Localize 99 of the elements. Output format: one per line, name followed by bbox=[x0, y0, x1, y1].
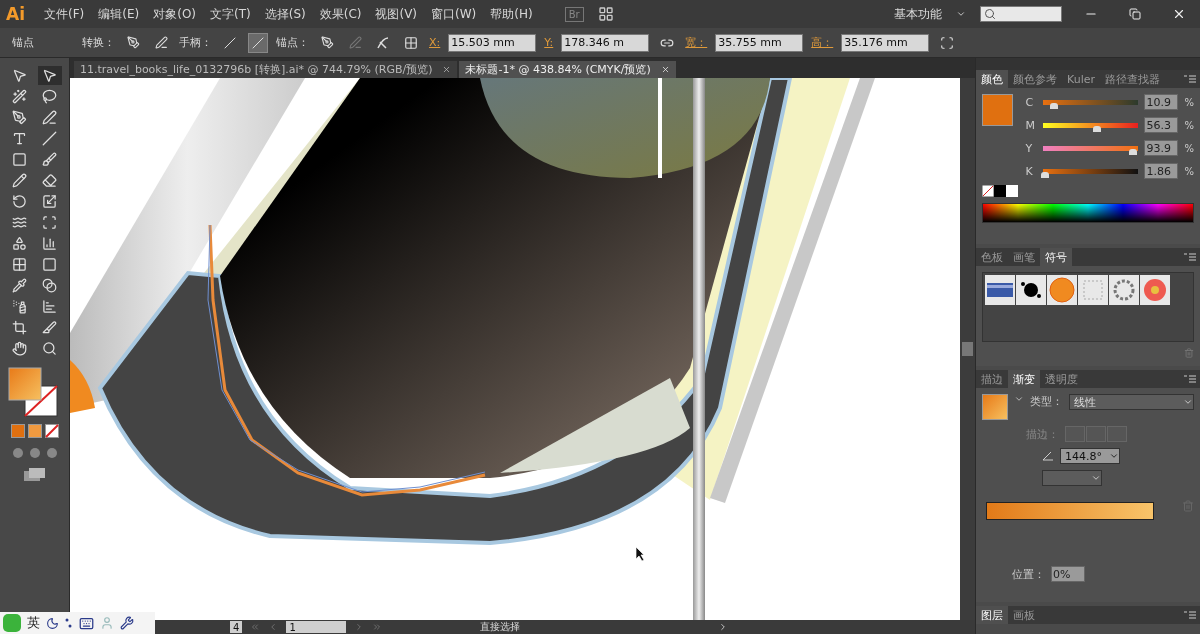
color-spectrum[interactable] bbox=[982, 203, 1194, 223]
location-label: 位置： bbox=[1012, 566, 1045, 582]
panel-tab[interactable]: Kuler bbox=[1062, 70, 1100, 88]
field-label: X: bbox=[429, 36, 441, 49]
punctuation-icon[interactable] bbox=[65, 617, 73, 629]
gradient-mode-swatch[interactable] bbox=[27, 424, 42, 438]
default-swatches[interactable] bbox=[982, 185, 1018, 197]
caret-icon bbox=[1109, 451, 1119, 461]
unit-label: % bbox=[1184, 119, 1194, 131]
slider-thumb[interactable] bbox=[1041, 171, 1050, 178]
zoom-field[interactable]: 4 bbox=[230, 621, 243, 633]
caret-icon[interactable] bbox=[1014, 394, 1024, 404]
handles-label: 手柄： bbox=[179, 35, 212, 50]
value-field[interactable]: 35.755 mm bbox=[715, 33, 804, 52]
value-field[interactable]: 15.503 mm bbox=[448, 33, 537, 52]
unit-label: % bbox=[1184, 96, 1194, 108]
unit-label: % bbox=[1184, 165, 1194, 177]
panel-tab[interactable]: 画板 bbox=[1008, 606, 1040, 624]
close-icon[interactable] bbox=[442, 65, 452, 74]
wrench-icon[interactable] bbox=[120, 616, 134, 630]
keyboard-icon[interactable] bbox=[79, 615, 94, 631]
language-toggle[interactable]: 英 bbox=[27, 614, 40, 632]
panel-menu-icon[interactable] bbox=[1184, 74, 1196, 84]
cursor-icon bbox=[635, 546, 645, 562]
menu-item[interactable]: 帮助(H) bbox=[490, 5, 533, 23]
search-field[interactable] bbox=[980, 6, 1062, 22]
color-mode-swatch[interactable] bbox=[10, 424, 25, 438]
caret-icon[interactable] bbox=[956, 9, 966, 19]
panel-menu-icon[interactable] bbox=[1184, 374, 1196, 384]
arrange-documents-icon[interactable] bbox=[597, 6, 614, 22]
anchors-label: 锚点： bbox=[276, 35, 309, 50]
gradient-swatch[interactable] bbox=[982, 394, 1008, 420]
unit-label: % bbox=[1184, 142, 1194, 154]
close-icon[interactable] bbox=[660, 65, 670, 74]
menu-item[interactable]: 视图(V) bbox=[375, 5, 418, 23]
channel-label: Y bbox=[1025, 141, 1034, 155]
menu-item[interactable]: 窗口(W) bbox=[431, 5, 477, 23]
panel-menu-icon[interactable] bbox=[1184, 610, 1196, 620]
panel-tab[interactable]: 颜色参考 bbox=[1008, 70, 1062, 88]
channel-label: K bbox=[1025, 164, 1034, 178]
channel-label: M bbox=[1025, 118, 1036, 132]
menu-item[interactable]: 文件(F) bbox=[44, 5, 85, 23]
aspect-field[interactable] bbox=[1042, 470, 1102, 486]
panel-tab[interactable]: 描边 bbox=[976, 370, 1008, 388]
slider-thumb[interactable] bbox=[1128, 148, 1137, 155]
caret-icon bbox=[1091, 473, 1101, 483]
pole-drawing bbox=[693, 548, 705, 620]
panel-tab[interactable]: 画笔 bbox=[1008, 248, 1040, 266]
document-tab[interactable]: 11.travel_books_life_0132796b [转换].ai* @ 744.79% (RGB/预览) bbox=[74, 61, 458, 78]
panel-tab[interactable]: 颜色 bbox=[976, 70, 1008, 88]
value-field[interactable]: 1.86 bbox=[1144, 163, 1179, 179]
slider-thumb[interactable] bbox=[1092, 125, 1101, 132]
page-field[interactable]: 1 bbox=[286, 621, 347, 633]
panel-menu-icon[interactable] bbox=[1184, 252, 1196, 262]
menu-item[interactable]: 效果(C) bbox=[319, 5, 362, 23]
selection-title: 锚点 bbox=[12, 35, 34, 50]
value-field[interactable]: 56.3 bbox=[1144, 117, 1179, 133]
angle-field[interactable]: 144.8° bbox=[1060, 448, 1120, 464]
location-field[interactable]: 0% bbox=[1051, 566, 1085, 582]
menu-item[interactable]: 对象(O) bbox=[153, 5, 197, 23]
field-label: 高： bbox=[811, 35, 834, 50]
type-label: 类型： bbox=[1030, 394, 1063, 409]
type-dropdown[interactable]: 线性 bbox=[1069, 394, 1194, 410]
field-label: 宽： bbox=[685, 35, 708, 50]
current-tool-label: 直接选择 bbox=[480, 620, 522, 634]
ring-symbol-icon[interactable] bbox=[1109, 275, 1139, 305]
value-field[interactable]: 93.9 bbox=[1144, 140, 1179, 156]
splash-symbol-icon[interactable] bbox=[1016, 275, 1046, 305]
panel-tab[interactable]: 符号 bbox=[1040, 248, 1072, 266]
menu-item[interactable]: 选择(S) bbox=[264, 5, 306, 23]
document-tab[interactable]: 未标题-1* @ 438.84% (CMYK/预览) bbox=[459, 61, 676, 78]
panel-tab[interactable]: 色板 bbox=[976, 248, 1008, 266]
panel-tab[interactable]: 渐变 bbox=[1008, 370, 1040, 388]
moon-icon[interactable] bbox=[46, 616, 59, 630]
panel-tab[interactable]: 透明度 bbox=[1040, 370, 1083, 388]
menu-item[interactable]: 文字(T) bbox=[210, 5, 251, 23]
field-label: Y: bbox=[544, 36, 554, 49]
menu-item[interactable]: 编辑(E) bbox=[98, 5, 140, 23]
value-field[interactable]: 10.9 bbox=[1144, 94, 1179, 110]
channel-label: C bbox=[1025, 95, 1035, 109]
convert-label: 转换： bbox=[82, 35, 115, 50]
value-field[interactable]: 35.176 mm bbox=[841, 33, 930, 52]
flower-symbol-icon[interactable] bbox=[1140, 275, 1170, 305]
slider-thumb[interactable] bbox=[1049, 102, 1058, 109]
input-method-logo[interactable] bbox=[3, 614, 21, 632]
app-logo: Ai bbox=[6, 4, 26, 24]
screen-mode-icon[interactable] bbox=[23, 468, 46, 482]
search-icon bbox=[984, 8, 996, 20]
handle-icon[interactable] bbox=[248, 32, 268, 53]
panel-tab[interactable]: 图层 bbox=[976, 606, 1008, 624]
value-field[interactable]: 178.346 m bbox=[561, 33, 650, 52]
caret-icon bbox=[1183, 397, 1193, 407]
none-mode-swatch[interactable] bbox=[44, 424, 59, 438]
workspace-switcher[interactable]: 基本功能 bbox=[894, 5, 942, 23]
fill-color-swatch[interactable] bbox=[982, 94, 1014, 126]
banner-symbol-icon[interactable] bbox=[985, 275, 1015, 305]
angle-icon bbox=[1042, 451, 1054, 461]
panel-tab[interactable]: 路径查找器 bbox=[1100, 70, 1165, 88]
vertical-scrollbar[interactable] bbox=[960, 78, 975, 620]
